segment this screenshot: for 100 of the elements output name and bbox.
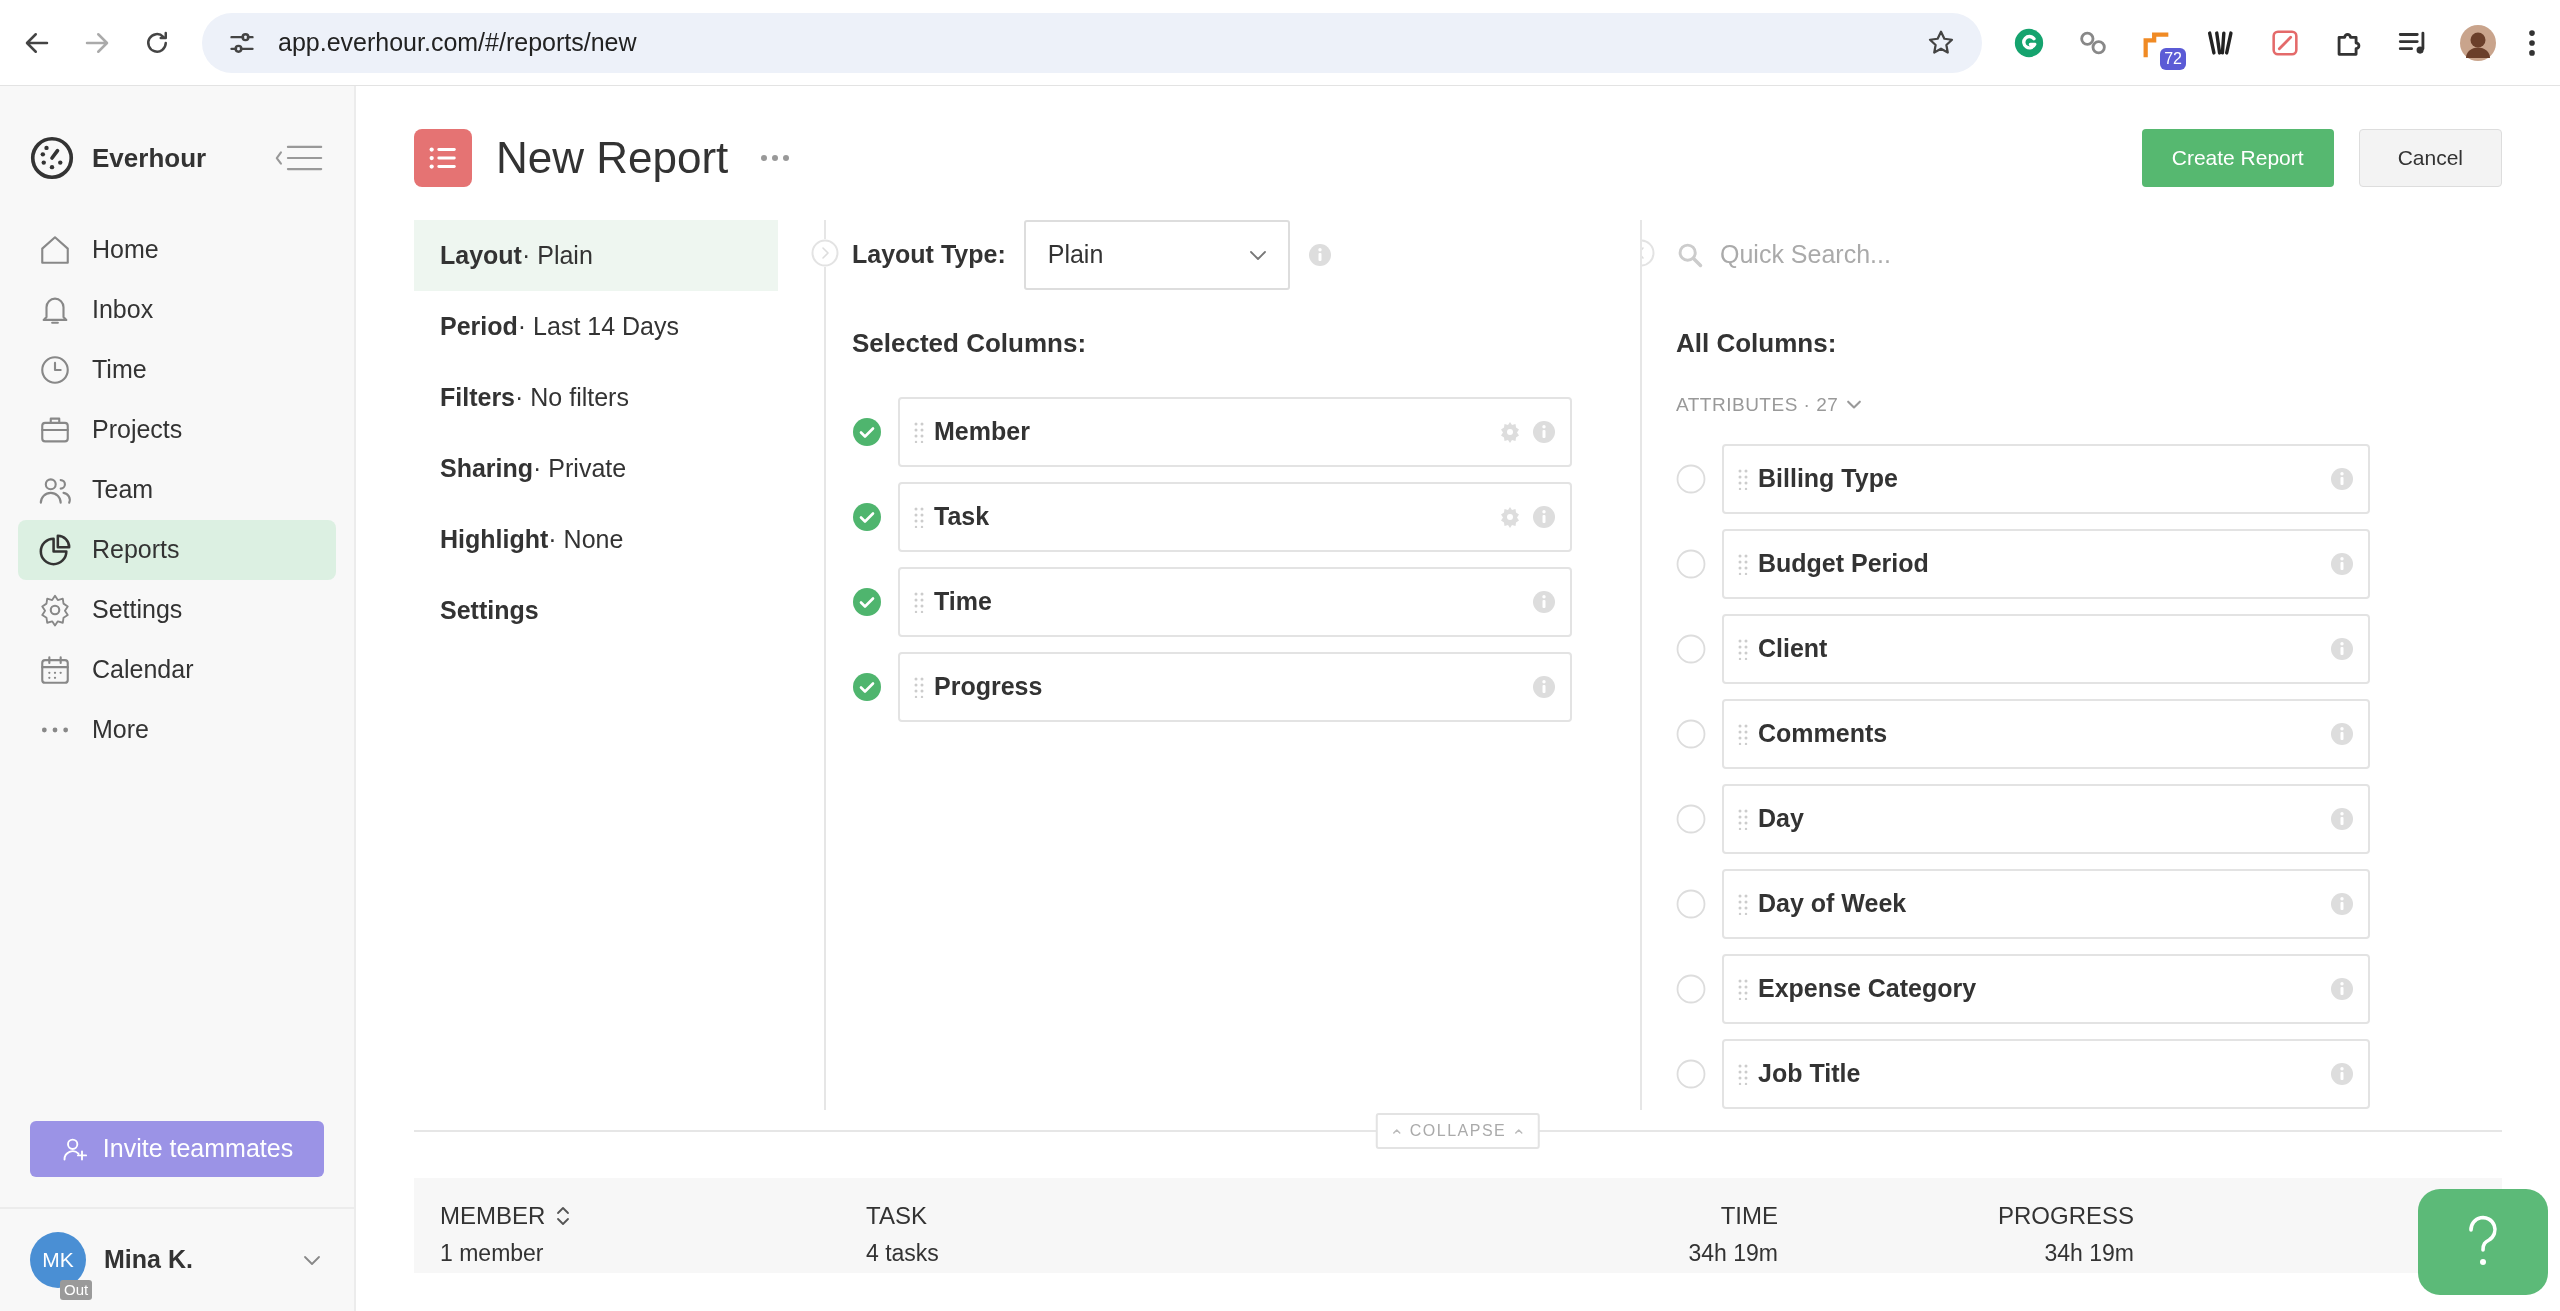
menu-item[interactable]: Highlight· None [414,504,778,575]
checkbox[interactable] [1676,973,1706,1004]
drag-handle-icon[interactable] [1738,1062,1748,1085]
info-icon[interactable] [2330,466,2354,491]
column-item[interactable]: Task [898,482,1572,552]
sidebar-item[interactable]: Calendar [18,640,336,700]
menu-item[interactable]: Layout· Plain [414,220,778,291]
column-item[interactable]: Member [898,397,1572,467]
column-item[interactable]: Progress [898,652,1572,722]
profile-avatar[interactable] [2460,24,2496,61]
drag-handle-icon[interactable] [1738,552,1748,575]
sidebar-item[interactable]: Reports [18,520,336,580]
drag-handle-icon[interactable] [1738,807,1748,830]
column-item[interactable]: Comments [1722,698,2370,769]
summary-cell-text: 4 tasks [866,1239,940,1268]
menu-item[interactable]: Filters· No filters [414,362,778,433]
sort-icon[interactable] [555,1205,572,1227]
calendar-icon [38,653,72,687]
info-icon[interactable] [2330,1061,2354,1086]
column-header[interactable]: PROGRESS [1997,1198,2134,1234]
report-icon [414,129,472,187]
address-bar[interactable]: app.everhour.com/#/reports/new [202,12,1982,73]
column-item[interactable]: Client [1722,613,2370,684]
home-icon [38,233,72,267]
sidebar-item[interactable]: Settings [18,580,336,640]
help-button[interactable] [2418,1189,2548,1295]
chevron-up-icon [1514,1126,1525,1136]
gear-icon[interactable] [1498,420,1522,444]
menu-item[interactable]: Period· Last 14 Days [414,291,778,362]
drag-handle-icon[interactable] [1738,467,1748,490]
sidebar-item[interactable]: Projects [18,400,336,460]
info-icon[interactable] [2330,551,2354,576]
column-item[interactable]: Time [898,567,1572,637]
summary-cell-text: 34h 19m [1688,1239,1778,1268]
drag-handle-icon[interactable] [914,506,924,528]
checkbox[interactable] [852,417,882,447]
checkbox[interactable] [1676,803,1706,834]
extension-badge: 72 [2160,47,2186,70]
layout-type-dropdown[interactable]: Plain [1023,220,1290,290]
checkbox[interactable] [1676,633,1706,664]
info-icon[interactable] [2330,721,2354,746]
info-icon[interactable] [1532,675,1556,699]
checkbox[interactable] [852,672,882,702]
drag-handle-icon[interactable] [1738,977,1748,1000]
field-label: Layout Type: [852,239,1006,271]
checkbox[interactable] [1676,718,1706,749]
drag-handle-icon[interactable] [914,676,924,698]
search-icon [1676,241,1704,269]
info-icon[interactable] [1307,243,1332,267]
user-name: Mina K. [104,1244,194,1276]
drag-handle-icon[interactable] [1738,722,1748,745]
sidebar-item[interactable]: Home [18,220,336,280]
section-title: All Columns: [1676,327,1838,360]
info-icon[interactable] [1532,590,1556,614]
column-item[interactable]: Job Title [1722,1038,2370,1109]
column-header[interactable]: TIME [1720,1198,1778,1234]
page-title: New Report [496,131,729,184]
checkbox[interactable] [1676,548,1706,579]
expand-icon[interactable] [811,239,839,267]
drag-handle-icon[interactable] [914,591,924,613]
column-item[interactable]: Budget Period [1722,528,2370,599]
gear-icon [38,593,72,627]
checkbox[interactable] [1676,1058,1706,1089]
clock-icon [38,353,72,387]
column-item[interactable]: Day of Week [1722,868,2370,939]
checkbox[interactable] [852,587,882,617]
section-title: Selected Columns: [852,327,1088,360]
info-icon[interactable] [2330,976,2354,1001]
column-header[interactable]: MEMBER [440,1198,546,1234]
cancel-button[interactable]: Cancel [2358,129,2502,187]
column-header[interactable]: TASK [866,1198,927,1234]
gear-icon[interactable] [1498,505,1522,529]
checkbox[interactable] [1676,463,1706,494]
sidebar-item[interactable]: More [18,700,336,760]
sidebar-item[interactable]: Time [18,340,336,400]
drag-handle-icon[interactable] [1738,892,1748,915]
summary-cell-text: 1 member [440,1239,545,1268]
logo-icon [30,136,74,180]
column-item[interactable]: Expense Category [1722,953,2370,1024]
info-icon[interactable] [2330,891,2354,916]
pie-chart-icon [38,533,72,567]
brand-name: Everhour [92,141,208,175]
drag-handle-icon[interactable] [1738,637,1748,660]
checkbox[interactable] [1676,888,1706,919]
search-field[interactable]: Quick Search... [1718,235,2118,275]
chevron-up-icon [1391,1126,1402,1136]
info-icon[interactable] [1532,420,1556,444]
info-icon[interactable] [2330,806,2354,831]
info-icon[interactable] [2330,636,2354,661]
column-item[interactable]: Billing Type [1722,443,2370,514]
checkbox[interactable] [852,502,882,532]
status-badge: Out [60,1280,93,1300]
sidebar-item[interactable]: Team [18,460,336,520]
menu-item[interactable]: Settings [414,575,778,646]
sidebar-item[interactable]: Inbox [18,280,336,340]
summary-cell-text: 34h 19m [2044,1239,2134,1268]
info-icon[interactable] [1532,505,1556,529]
menu-item[interactable]: Sharing· Private [414,433,778,504]
column-item[interactable]: Day [1722,783,2370,854]
drag-handle-icon[interactable] [914,421,924,443]
